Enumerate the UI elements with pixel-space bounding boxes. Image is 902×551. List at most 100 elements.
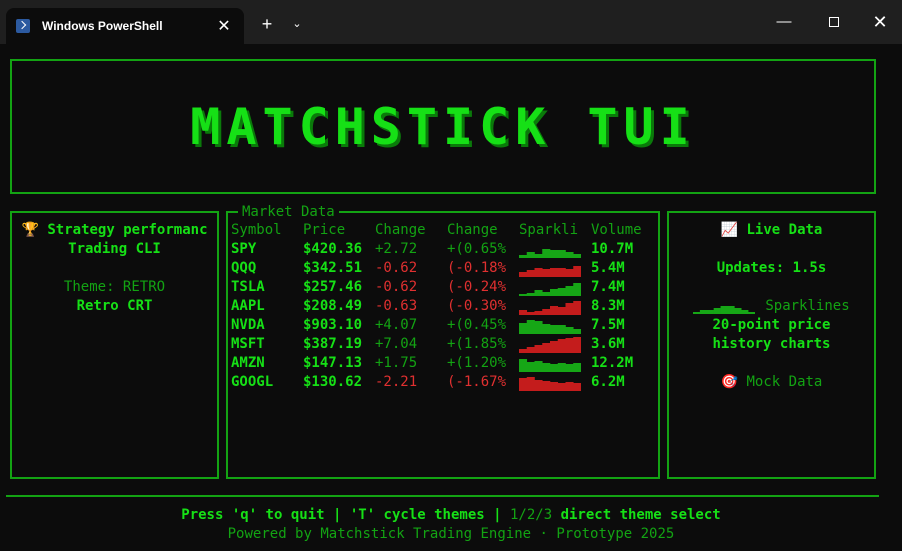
sparkline-bar bbox=[565, 252, 574, 258]
header-price: Price bbox=[303, 222, 346, 238]
strategy-panel: 🏆 Strategy performanc Trading CLI Theme:… bbox=[10, 211, 219, 479]
live-data-panel: 📈 Live Data Updates: 1.5s Sparklines 20-… bbox=[667, 211, 876, 479]
sparkline-bar bbox=[550, 341, 559, 353]
sparkline-bar bbox=[741, 310, 749, 314]
cell-volume: 10.7M bbox=[591, 241, 634, 257]
cell-volume: 6.2M bbox=[591, 374, 625, 390]
target-icon: 🎯 bbox=[720, 374, 739, 390]
sparkline-bar bbox=[565, 382, 574, 391]
sparkline-bar bbox=[573, 254, 581, 258]
cell-change: +1.75 bbox=[375, 355, 418, 371]
sparkline-bar bbox=[526, 377, 535, 391]
live-data-line: 📈 Live Data bbox=[669, 221, 874, 240]
cell-price: $130.62 bbox=[303, 374, 363, 390]
cell-change: +2.72 bbox=[375, 241, 418, 257]
price-history-line1: 20-point price bbox=[712, 317, 831, 333]
table-row: AMZN $147.13 +1.75 +(1.20% 12.2M bbox=[231, 354, 657, 373]
sparkline-bar bbox=[519, 294, 528, 296]
sparkline-bar bbox=[526, 347, 535, 353]
close-window-button[interactable]: ✕ bbox=[865, 10, 895, 34]
sparkline-bar bbox=[700, 310, 708, 314]
header-symbol: Symbol bbox=[231, 222, 282, 238]
sparkline-bar bbox=[557, 250, 566, 258]
table-row: AAPL $208.49 -0.63 (-0.30% 8.3M bbox=[231, 297, 657, 316]
chart-icon: 📈 bbox=[720, 222, 739, 238]
maximize-icon bbox=[829, 17, 839, 28]
table-row: GOOGL $130.62 -2.21 (-1.67% 6.2M bbox=[231, 373, 657, 392]
sparkline-bar bbox=[542, 292, 551, 296]
sparkline-chart bbox=[519, 320, 581, 334]
cell-volume: 3.6M bbox=[591, 336, 625, 352]
theme-label: Theme: RETRO bbox=[63, 279, 166, 295]
sparkline-bar bbox=[550, 289, 559, 296]
help-text-quit: Press 'q' to quit | 'T' cycle themes | bbox=[181, 507, 502, 523]
cell-change: +7.04 bbox=[375, 336, 418, 352]
sparkline-bar bbox=[734, 308, 742, 314]
sparkline-bar bbox=[534, 361, 543, 372]
sparkline-bar bbox=[557, 288, 566, 296]
title-bar: Windows PowerShell ✕ + ⌄ — ✕ bbox=[0, 0, 902, 44]
minimize-button[interactable]: — bbox=[769, 10, 799, 34]
new-tab-button[interactable]: + bbox=[256, 13, 278, 35]
sparkline-bar bbox=[573, 301, 581, 315]
table-row: SPY $420.36 +2.72 +(0.65% 10.7M bbox=[231, 240, 657, 259]
chevron-down-icon[interactable]: ⌄ bbox=[286, 13, 308, 35]
sparkline-chart bbox=[519, 249, 581, 258]
sparkline-bar bbox=[565, 338, 574, 353]
sparkline-chart bbox=[519, 337, 581, 353]
sparkline-bar bbox=[526, 312, 535, 315]
table-header: Symbol Price Change Change Sparkli Volum… bbox=[231, 221, 657, 240]
sparkline-bar bbox=[707, 310, 715, 314]
mock-data-label: Mock Data bbox=[746, 374, 823, 390]
cell-volume: 8.3M bbox=[591, 298, 625, 314]
close-tab-icon[interactable]: ✕ bbox=[214, 16, 234, 36]
cell-price: $257.46 bbox=[303, 279, 363, 295]
sparkline-bar bbox=[542, 249, 551, 258]
sparkline-bar bbox=[542, 269, 551, 277]
sparklines-line: Sparklines bbox=[669, 297, 874, 316]
sparkline-bar bbox=[542, 381, 551, 391]
cell-change: -0.62 bbox=[375, 279, 418, 295]
cell-change: -2.21 bbox=[375, 374, 418, 390]
cell-symbol: QQQ bbox=[231, 260, 257, 276]
sparkline-bar bbox=[727, 306, 735, 314]
cell-symbol: MSFT bbox=[231, 336, 265, 352]
sparkline-bar bbox=[534, 268, 543, 277]
cell-pct: +(1.85% bbox=[447, 336, 507, 352]
cell-volume: 7.5M bbox=[591, 317, 625, 333]
sparkline-bar bbox=[557, 325, 566, 334]
sparkline-bar bbox=[573, 337, 581, 353]
header-change: Change bbox=[375, 222, 426, 238]
sparkline-bar bbox=[526, 252, 535, 258]
help-text-theme-select: direct theme select bbox=[552, 507, 721, 523]
sparkline-bar bbox=[519, 310, 528, 315]
sparkline-chart bbox=[519, 301, 581, 315]
strategy-text: Strategy performanc bbox=[47, 222, 208, 238]
sparkline-bar bbox=[534, 290, 543, 296]
sparkline-bar bbox=[714, 308, 722, 314]
cell-pct: +(1.20% bbox=[447, 355, 507, 371]
sparkline-bar bbox=[542, 324, 551, 334]
maximize-button[interactable] bbox=[819, 10, 849, 34]
cell-pct: +(0.45% bbox=[447, 317, 507, 333]
sparkline-bar bbox=[550, 268, 559, 277]
sparkline-bar bbox=[557, 383, 566, 391]
sparkline-bar bbox=[550, 364, 559, 372]
sparkline-bar bbox=[526, 293, 535, 296]
sparkline-bar bbox=[557, 268, 566, 277]
sparkline-bar bbox=[519, 323, 528, 334]
tab-powershell[interactable]: Windows PowerShell ✕ bbox=[6, 8, 244, 44]
footer-divider bbox=[6, 495, 879, 497]
cell-volume: 12.2M bbox=[591, 355, 634, 371]
cell-symbol: AMZN bbox=[231, 355, 265, 371]
sparkline-bar bbox=[573, 363, 581, 372]
sparkline-bar bbox=[557, 363, 566, 372]
cell-price: $342.51 bbox=[303, 260, 363, 276]
price-history-line2: history charts bbox=[712, 336, 831, 352]
cell-volume: 7.4M bbox=[591, 279, 625, 295]
cell-price: $208.49 bbox=[303, 298, 363, 314]
banner-panel: MATCHSTICK TUI bbox=[10, 59, 876, 194]
tab-title: Windows PowerShell bbox=[42, 19, 163, 33]
sparkline-bar bbox=[550, 250, 559, 258]
cell-price: $147.13 bbox=[303, 355, 363, 371]
